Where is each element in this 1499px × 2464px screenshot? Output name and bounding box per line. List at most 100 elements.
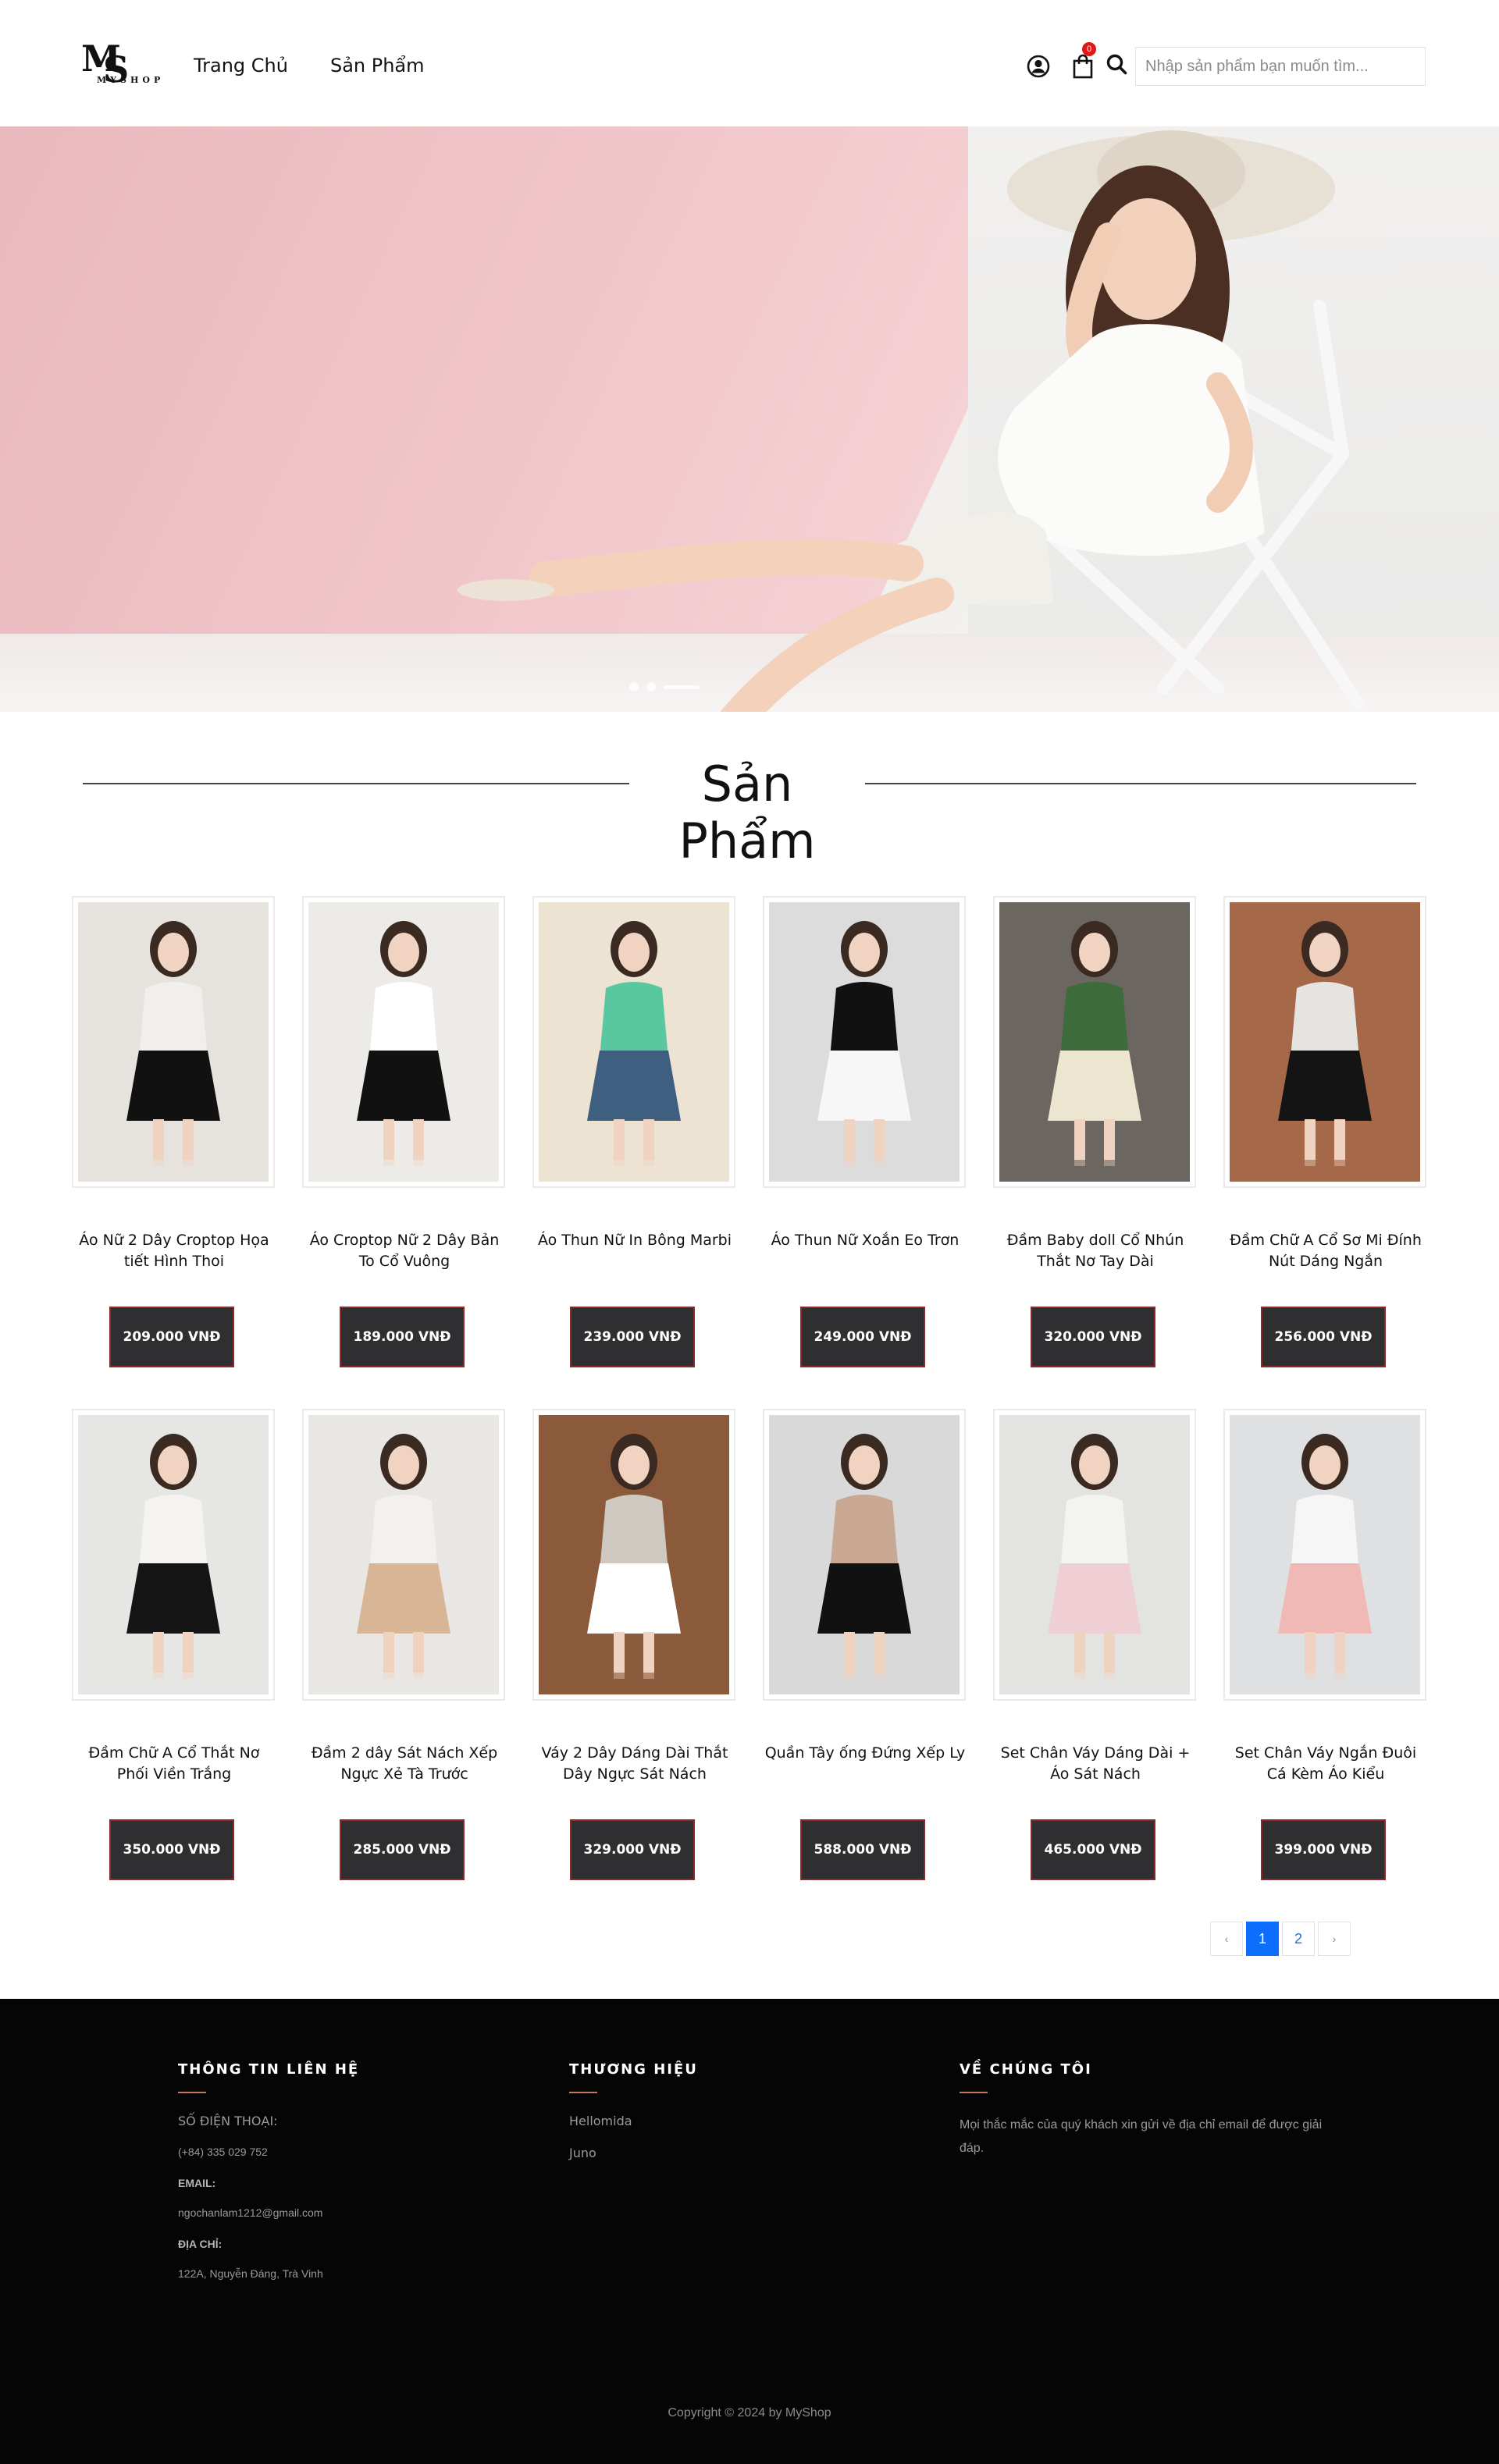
copyright: Copyright © 2024 by MyShop <box>668 2406 831 2420</box>
product-image[interactable] <box>532 896 735 1188</box>
product-image[interactable] <box>1223 1409 1426 1701</box>
product-name[interactable]: Áo Thun Nữ Xoắn Eo Trơn <box>763 1230 967 1251</box>
search-input[interactable] <box>1135 47 1426 86</box>
product-price-button[interactable]: 329.000 VNĐ <box>570 1819 695 1880</box>
product-card[interactable]: Đầm Chữ A Cổ Sơ Mi Đính Nút Dáng Ngắn 256… <box>1223 896 1428 1388</box>
pagination-prev[interactable]: ‹ <box>1210 1922 1243 1956</box>
product-image[interactable] <box>763 1409 966 1701</box>
product-name[interactable]: Đầm Chữ A Cổ Sơ Mi Đính Nút Dáng Ngắn <box>1223 1230 1428 1272</box>
brand-link-hellomida[interactable]: Hellomida <box>569 2114 698 2128</box>
product-price-button[interactable]: 320.000 VNĐ <box>1031 1307 1155 1367</box>
product-photo <box>1230 1415 1420 1694</box>
phone-label: SỐ ĐIỆN THOẠI: <box>178 2114 278 2128</box>
product-name[interactable]: Set Chân Váy Ngắn Đuôi Cá Kèm Áo Kiểu <box>1223 1743 1428 1785</box>
product-image[interactable] <box>763 896 966 1188</box>
nav-products-link[interactable]: Sản Phẩm <box>330 55 425 76</box>
product-price-button[interactable]: 350.000 VNĐ <box>109 1819 234 1880</box>
product-price-button[interactable]: 465.000 VNĐ <box>1031 1819 1155 1880</box>
hero-slider-dots[interactable] <box>629 682 700 692</box>
site-footer: THÔNG TIN LIÊN HỆ SỐ ĐIỆN THOẠI: (+84) 3… <box>0 1999 1499 2464</box>
main-nav: Trang Chủ Sản Phẩm <box>194 55 425 76</box>
product-name[interactable]: Váy 2 Dây Dáng Dài Thắt Dây Ngực Sát Nác… <box>532 1743 737 1785</box>
search-icon[interactable] <box>1104 52 1130 78</box>
product-card[interactable]: Áo Thun Nữ Xoắn Eo Trơn 249.000 VNĐ <box>763 896 967 1388</box>
product-name[interactable]: Set Chân Váy Dáng Dài + Áo Sát Nách <box>993 1743 1198 1785</box>
product-photo <box>78 902 269 1182</box>
slider-dot-active[interactable] <box>664 684 700 689</box>
product-name[interactable]: Đầm Baby doll Cổ Nhún Thắt Nơ Tay Dài <box>993 1230 1198 1272</box>
footer-about-title: VỀ CHÚNG TÔI <box>960 2061 1092 2078</box>
product-name[interactable]: Đầm 2 dây Sát Nách Xếp Ngực Xẻ Tà Trước <box>302 1743 507 1785</box>
product-card[interactable]: Đầm 2 dây Sát Nách Xếp Ngực Xẻ Tà Trước 2… <box>302 1409 507 1900</box>
product-card[interactable]: Đầm Baby doll Cổ Nhún Thắt Nơ Tay Dài 320… <box>993 896 1198 1388</box>
product-image[interactable] <box>302 896 505 1188</box>
product-card[interactable]: Set Chân Váy Dáng Dài + Áo Sát Nách 465.0… <box>993 1409 1198 1900</box>
hero-model-illustration <box>458 130 1365 712</box>
product-price-button[interactable]: 249.000 VNĐ <box>800 1307 925 1367</box>
title-divider-right <box>865 783 1416 784</box>
product-price-button[interactable]: 239.000 VNĐ <box>570 1307 695 1367</box>
product-photo <box>308 1415 499 1694</box>
product-image[interactable] <box>72 896 275 1188</box>
product-image[interactable] <box>1223 896 1426 1188</box>
hero-banner[interactable] <box>0 126 1499 712</box>
product-price-button[interactable]: 285.000 VNĐ <box>340 1819 465 1880</box>
pagination-page-1[interactable]: 1 <box>1246 1922 1279 1956</box>
address-value: 122A, Nguyễn Đáng, Trà Vinh <box>178 2267 323 2280</box>
product-card[interactable]: Quần Tây ống Đứng Xếp Ly 588.000 VNĐ <box>763 1409 967 1900</box>
footer-brands-title: THƯƠNG HIỆU <box>569 2061 698 2078</box>
product-image[interactable] <box>993 896 1196 1188</box>
product-card[interactable]: Váy 2 Dây Dáng Dài Thắt Dây Ngực Sát Nác… <box>532 1409 737 1900</box>
product-image[interactable] <box>72 1409 275 1701</box>
section-title: Sản Phẩm <box>678 756 816 869</box>
product-price-button[interactable]: 399.000 VNĐ <box>1261 1819 1386 1880</box>
myshop-logo[interactable]: M S MYSHOP <box>78 41 166 91</box>
product-name[interactable]: Áo Nữ 2 Dây Croptop Họa tiết Hình Thoi <box>72 1230 276 1272</box>
slider-dot[interactable] <box>646 682 656 692</box>
product-price-button[interactable]: 189.000 VNĐ <box>340 1307 465 1367</box>
product-card[interactable]: Đầm Chữ A Cổ Thắt Nơ Phối Viền Trắng 350.… <box>72 1409 276 1900</box>
slider-dot[interactable] <box>629 682 639 692</box>
product-name[interactable]: Đầm Chữ A Cổ Thắt Nơ Phối Viền Trắng <box>72 1743 276 1785</box>
product-image[interactable] <box>532 1409 735 1701</box>
product-photo <box>539 902 729 1182</box>
product-card[interactable]: Set Chân Váy Ngắn Đuôi Cá Kèm Áo Kiểu 399… <box>1223 1409 1428 1900</box>
pagination: ‹ 1 2 › <box>1210 1922 1351 1956</box>
product-name[interactable]: Quần Tây ống Đứng Xếp Ly <box>763 1743 967 1764</box>
brand-link-juno[interactable]: Juno <box>569 2146 698 2160</box>
product-card[interactable]: Áo Croptop Nữ 2 Dây Bản To Cổ Vuông 189.0… <box>302 896 507 1388</box>
footer-underline <box>178 2092 206 2093</box>
footer-contact-title: THÔNG TIN LIÊN HỆ <box>178 2061 360 2078</box>
site-header: M S MYSHOP Trang Chủ Sản Phẩm 0 <box>0 0 1499 126</box>
footer-contact-column: THÔNG TIN LIÊN HỆ SỐ ĐIỆN THOẠI: (+84) 3… <box>178 2061 359 2299</box>
products-section-header: Sản Phẩm <box>83 749 1416 869</box>
product-card[interactable]: Áo Thun Nữ In Bông Marbi 239.000 VNĐ <box>532 896 737 1388</box>
user-circle-icon[interactable] <box>1025 53 1052 80</box>
pagination-next[interactable]: › <box>1318 1922 1351 1956</box>
product-name[interactable]: Áo Croptop Nữ 2 Dây Bản To Cổ Vuông <box>302 1230 507 1272</box>
product-photo <box>1230 902 1420 1182</box>
product-price-button[interactable]: 209.000 VNĐ <box>109 1307 234 1367</box>
product-card[interactable]: Áo Nữ 2 Dây Croptop Họa tiết Hình Thoi 20… <box>72 896 276 1388</box>
email-value[interactable]: ngochanlam1212@gmail.com <box>178 2206 359 2219</box>
product-photo <box>78 1415 269 1694</box>
pagination-page-2[interactable]: 2 <box>1282 1922 1315 1956</box>
nav-home-link[interactable]: Trang Chủ <box>194 55 288 76</box>
cart-count-badge: 0 <box>1082 42 1096 56</box>
product-photo <box>769 1415 960 1694</box>
footer-underline <box>569 2092 597 2093</box>
phone-value[interactable]: (+84) 335 029 752 <box>178 2146 359 2158</box>
shopping-bag-icon[interactable] <box>1070 53 1096 80</box>
footer-about-column: VỀ CHÚNG TÔI Mọi thắc mắc của quý khách … <box>960 2061 1326 2160</box>
product-price-button[interactable]: 256.000 VNĐ <box>1261 1307 1386 1367</box>
product-name[interactable]: Áo Thun Nữ In Bông Marbi <box>532 1230 737 1251</box>
email-label: EMAIL: <box>178 2177 216 2189</box>
logo-subtitle: MYSHOP <box>97 75 165 85</box>
product-image[interactable] <box>993 1409 1196 1701</box>
footer-brands-column: THƯƠNG HIỆU Hellomida Juno <box>569 2061 698 2178</box>
title-divider-left <box>83 783 629 784</box>
product-image[interactable] <box>302 1409 505 1701</box>
product-price-button[interactable]: 588.000 VNĐ <box>800 1819 925 1880</box>
product-photo <box>999 902 1190 1182</box>
footer-about-text: Mọi thắc mắc của quý khách xin gửi về đị… <box>960 2118 1323 2155</box>
